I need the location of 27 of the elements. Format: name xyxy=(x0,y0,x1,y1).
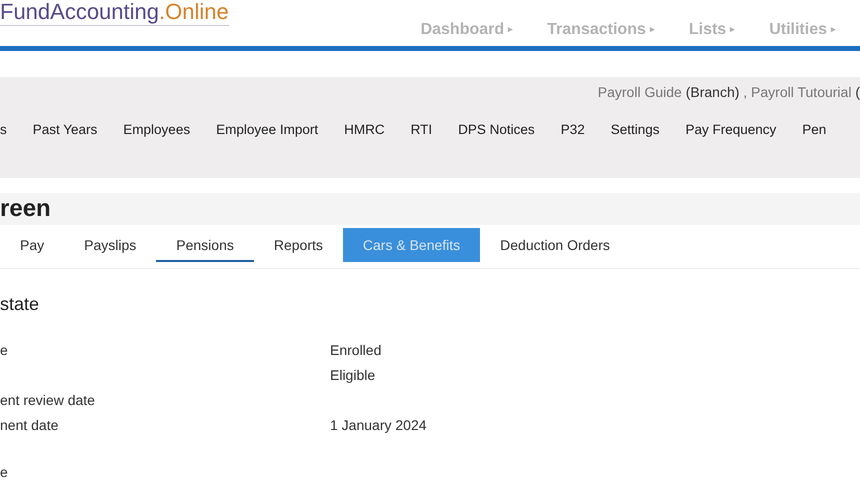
menu-item[interactable]: HMRC xyxy=(344,120,385,140)
menu-item[interactable]: RTI xyxy=(410,120,432,140)
menu-item[interactable]: Pay Frequency xyxy=(686,120,776,140)
tab[interactable]: Pay xyxy=(0,228,64,262)
menu-item[interactable]: DPS Notices xyxy=(458,120,535,140)
tab[interactable]: Deduction Orders xyxy=(480,228,630,262)
field-label: ent review date xyxy=(0,392,95,408)
company-line: Payroll Guide (Branch) , Payroll Tutourial ( xyxy=(596,83,860,102)
menu-item[interactable]: Settings xyxy=(610,120,660,140)
menu-item[interactable]: Past Years xyxy=(32,120,98,140)
section-title: state xyxy=(0,293,40,316)
site-logo[interactable]: FundAccounting.Online xyxy=(0,0,229,26)
tab[interactable]: Reports xyxy=(254,228,343,262)
menu-item[interactable]: Employee Import xyxy=(216,120,318,140)
field-value: Enrolled xyxy=(330,341,382,360)
tab[interactable]: Pensions xyxy=(156,228,254,262)
field-value: 1 January 2024 xyxy=(330,416,427,435)
tab[interactable]: Payslips xyxy=(64,228,156,262)
field-label: nent date xyxy=(0,417,58,433)
menu-item[interactable]: s xyxy=(0,120,7,140)
menu-item[interactable]: Employees xyxy=(123,120,190,140)
menu-item[interactable]: P32 xyxy=(560,120,585,140)
field-value: Eligible xyxy=(330,366,376,385)
field-label: e xyxy=(0,342,8,358)
menu-item[interactable]: Pen xyxy=(802,120,826,140)
field-label: e xyxy=(0,464,8,480)
page-title: reen xyxy=(0,193,860,225)
